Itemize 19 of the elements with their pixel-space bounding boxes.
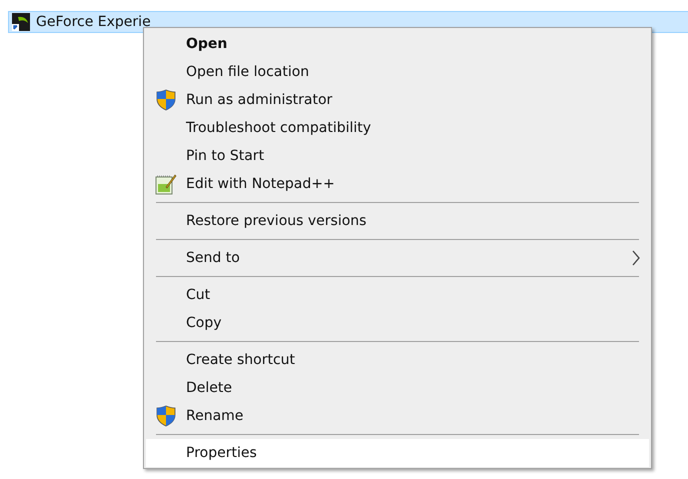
menu-item[interactable]: Create shortcut: [146, 346, 649, 374]
menu-item[interactable]: Run as administrator: [146, 86, 649, 114]
menu-item[interactable]: Send to: [146, 244, 649, 272]
shield-icon: [156, 89, 176, 111]
menu-item[interactable]: Cut: [146, 281, 649, 309]
menu-item[interactable]: Open: [146, 30, 649, 58]
menu-item[interactable]: Open file location: [146, 58, 649, 86]
menu-item[interactable]: Restore previous versions: [146, 207, 649, 235]
file-name: GeForce Experie: [36, 14, 152, 30]
menu-item[interactable]: Edit with Notepad++: [146, 170, 649, 198]
menu-item[interactable]: Rename: [146, 402, 649, 430]
menu-item[interactable]: Troubleshoot compatibility: [146, 114, 649, 142]
app-shortcut-icon: [12, 13, 30, 31]
menu-item[interactable]: Copy: [146, 309, 649, 337]
notepad-icon: [155, 173, 177, 195]
shield-icon: [156, 405, 176, 427]
menu-item[interactable]: Properties: [146, 439, 649, 467]
menu-item[interactable]: Delete: [146, 374, 649, 402]
menu-item[interactable]: Pin to Start: [146, 142, 649, 170]
